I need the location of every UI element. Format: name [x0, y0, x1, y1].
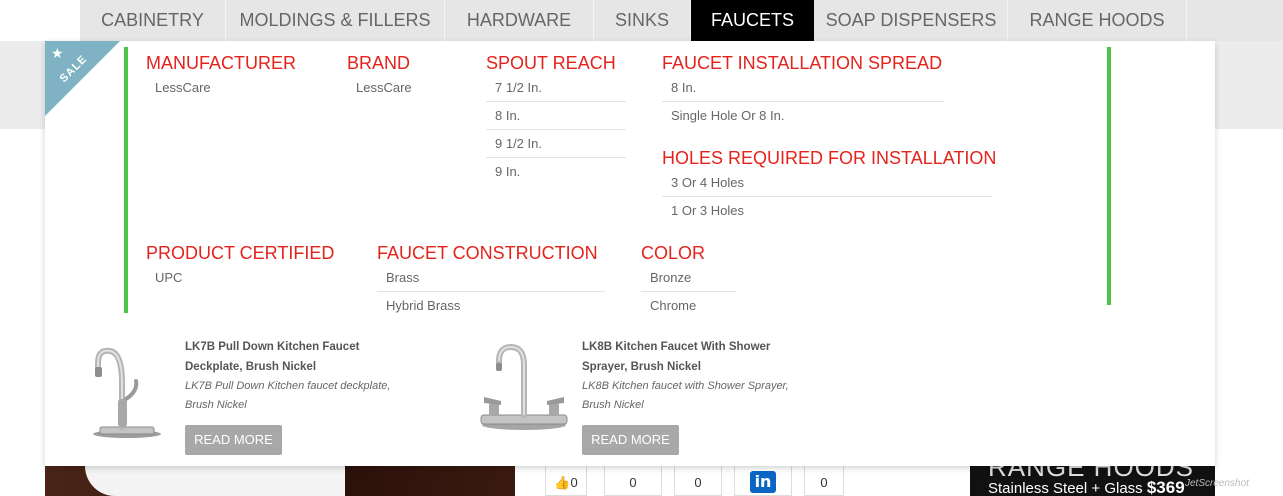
facet-option[interactable]: 9 1/2 In.	[486, 130, 626, 158]
facet-option[interactable]: UPC	[146, 264, 346, 292]
facet-title: MANUFACTURER	[146, 53, 297, 73]
facet-title: FAUCET CONSTRUCTION	[377, 243, 598, 263]
nav-tab-faucets[interactable]: FAUCETS	[691, 0, 814, 41]
facet-option[interactable]: 7 1/2 In.	[486, 74, 626, 102]
facet-title: COLOR	[641, 243, 706, 263]
facet-spout-reach: SPOUT REACH 7 1/2 In. 8 In. 9 1/2 In. 9 …	[486, 52, 626, 186]
nav-tab-range-hoods[interactable]: RANGE HOODS	[1008, 0, 1186, 41]
shower-sprayer-faucet-image[interactable]	[467, 337, 577, 447]
product-title[interactable]: LK7B Pull Down Kitchen Faucet Deckplate,…	[185, 337, 395, 377]
nav-tab-soap-dispensers[interactable]: SOAP DISPENSERS	[815, 0, 1007, 41]
promo-text: Stainless Steel + Glass $369	[988, 478, 1185, 496]
facet-option[interactable]: 1 Or 3 Holes	[662, 197, 992, 225]
facet-title: PRODUCT CERTIFIED	[146, 243, 335, 263]
hero-image	[45, 466, 515, 496]
facet-option[interactable]: 3 Or 4 Holes	[662, 169, 992, 197]
share-count[interactable]: 0	[674, 466, 722, 496]
read-more-button[interactable]: READ MORE	[185, 425, 282, 455]
like-button[interactable]: 👍0	[545, 466, 587, 496]
facet-option[interactable]: 8 In.	[486, 102, 626, 130]
product-description: LK7B Pull Down Kitchen faucet deckplate,…	[185, 380, 391, 411]
facet-option[interactable]: Bronze	[641, 264, 736, 292]
facet-option[interactable]: Brass	[377, 264, 605, 292]
nav-tab-hardware[interactable]: HARDWARE	[445, 0, 593, 41]
facet-installation-spread: FAUCET INSTALLATION SPREAD 8 In. Single …	[662, 52, 944, 130]
facet-option[interactable]: 9 In.	[486, 158, 626, 186]
accent-bar-left	[124, 47, 128, 313]
faucets-mega-menu: ★ SALE MANUFACTURER LessCare BRAND LessC…	[45, 41, 1215, 466]
facet-title: BRAND	[347, 53, 411, 73]
accent-bar-right	[1107, 47, 1111, 305]
range-hoods-promo[interactable]: RANGE HOODS Stainless Steel + Glass $369	[970, 466, 1215, 496]
facet-manufacturer: MANUFACTURER LessCare	[146, 52, 326, 102]
facet-faucet-construction: FAUCET CONSTRUCTION Brass Hybrid Brass	[377, 242, 605, 320]
read-more-button[interactable]: READ MORE	[582, 425, 679, 455]
facet-holes-required: HOLES REQUIRED FOR INSTALLATION 3 Or 4 H…	[662, 147, 997, 225]
thumbs-up-icon: 👍	[554, 475, 571, 490]
promo-price: $369	[1146, 478, 1185, 496]
linkedin-icon: in	[750, 471, 776, 493]
pull-down-faucet-image[interactable]	[70, 337, 180, 447]
main-nav: CABINETRY MOLDINGS & FILLERS HARDWARE SI…	[80, 0, 1283, 41]
facet-product-certified: PRODUCT CERTIFIED UPC	[146, 242, 346, 292]
product-description: LK8B Kitchen faucet with Shower Sprayer,…	[582, 380, 789, 411]
nav-tab-cabinetry[interactable]: CABINETRY	[80, 0, 225, 41]
facet-brand: BRAND LessCare	[347, 52, 467, 102]
facet-title: SPOUT REACH	[486, 53, 616, 73]
share-count[interactable]: 0	[804, 466, 844, 496]
product-title[interactable]: LK8B Kitchen Faucet With Shower Sprayer,…	[582, 337, 792, 377]
facet-option[interactable]: Chrome	[641, 292, 736, 320]
facet-color: COLOR Bronze Chrome	[641, 242, 736, 320]
product-card: LK7B Pull Down Kitchen Faucet Deckplate,…	[45, 337, 445, 462]
share-count[interactable]: 0	[604, 466, 662, 496]
sale-ribbon: ★ SALE	[45, 41, 120, 116]
product-card: LK8B Kitchen Faucet With Shower Sprayer,…	[442, 337, 842, 462]
facet-title: FAUCET INSTALLATION SPREAD	[662, 53, 943, 73]
facet-option[interactable]: 8 In.	[662, 74, 944, 102]
facet-option[interactable]: Hybrid Brass	[377, 292, 605, 320]
watermark: JetScreenshot	[1185, 478, 1249, 489]
nav-tab-moldings-fillers[interactable]: MOLDINGS & FILLERS	[226, 0, 444, 41]
facet-option[interactable]: LessCare	[146, 74, 326, 102]
facet-title: HOLES REQUIRED FOR INSTALLATION	[662, 148, 997, 168]
facet-option[interactable]: Single Hole Or 8 In.	[662, 102, 944, 130]
linkedin-share-button[interactable]: in	[734, 466, 792, 496]
star-icon: ★	[51, 45, 64, 61]
facet-option[interactable]: LessCare	[347, 74, 467, 102]
nav-tab-sinks[interactable]: SINKS	[594, 0, 690, 41]
